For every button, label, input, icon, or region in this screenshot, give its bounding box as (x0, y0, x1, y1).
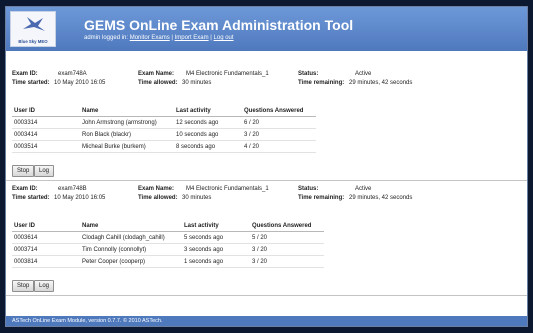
cell-last-activity: 10 seconds ago (174, 128, 242, 141)
logo: Blue Sky MEO (10, 11, 56, 47)
col-questions-answered: Questions Answered (250, 220, 324, 232)
cell-user-id: 0003314 (12, 116, 80, 129)
status-value: Active (355, 71, 372, 77)
exam-name-value: M4 Electronic Fundamentals_1 (186, 71, 269, 77)
header-nav: Monitor Exams | Import Exam | Log out (130, 35, 234, 41)
cell-user-id: 0003714 (12, 243, 80, 256)
time-remaining-value: 29 minutes, 42 seconds (349, 80, 413, 86)
time-started-value: 10 May 2010 16:05 (54, 195, 106, 201)
exam-name-label: Exam Name: (138, 186, 175, 192)
time-allowed-value: 30 minutes (182, 195, 212, 201)
time-allowed-label: Time allowed: (138, 80, 178, 86)
exam-id-label: Exam ID: (12, 71, 38, 77)
cell-questions-answered: 4 / 20 (242, 140, 316, 153)
table-row: 0003414 Ron Black (blackr) 10 seconds ago 3… (12, 128, 316, 141)
cell-name: Ron Black (blackr) (80, 128, 174, 141)
status-label: Status: (298, 186, 319, 192)
cell-last-activity: 8 seconds ago (174, 140, 242, 153)
logo-text: Blue Sky MEO (18, 39, 48, 44)
cell-name: Tim Connolly (connollyt) (80, 243, 182, 256)
col-user-id: User ID (12, 105, 80, 117)
users-table: User ID Name Last activity Questions Ans… (12, 220, 324, 268)
logged-in-text: admin logged in: (84, 35, 129, 41)
footer: ASTech OnLine Exam Module, version 0.7.7… (6, 316, 527, 326)
cell-user-id: 0003514 (12, 140, 80, 153)
col-questions-answered: Questions Answered (242, 105, 316, 117)
cell-last-activity: 5 seconds ago (182, 231, 250, 244)
table-row: 0003514 Micheal Burke (burkem) 8 seconds a… (12, 140, 316, 153)
cell-questions-answered: 5 / 20 (250, 231, 324, 244)
table-row: 0003814 Peter Cooper (cooperp) 1 seconds a… (12, 255, 324, 268)
exam-id-value: exam748B (58, 186, 87, 192)
exam-panel: Exam ID: exam748B Exam Name: M4 Electron… (10, 184, 523, 300)
time-allowed-label: Time allowed: (138, 195, 178, 201)
stop-button[interactable]: Stop (12, 280, 35, 292)
log-button[interactable]: Log (34, 165, 55, 177)
cell-name: Micheal Burke (burkem) (80, 140, 174, 153)
time-started-value: 10 May 2010 16:05 (54, 80, 106, 86)
app-window: Blue Sky MEO GEMS OnLine Exam Administra… (5, 6, 528, 327)
exam-id-value: exam748A (58, 71, 87, 77)
col-name: Name (80, 220, 182, 232)
time-remaining-value: 29 minutes, 42 seconds (349, 195, 413, 201)
app-title: GEMS OnLine Exam Administration Tool (84, 17, 354, 33)
exam-name-value: M4 Electronic Fundamentals_1 (186, 186, 269, 192)
status-label: Status: (298, 71, 319, 77)
table-row: 0003614 Clodagh Cahill (clodagh_cahill) 5 … (12, 231, 324, 244)
cell-user-id: 0003414 (12, 128, 80, 141)
cell-name: John Armstrong (armstrong) (80, 116, 174, 129)
cell-last-activity: 3 seconds ago (182, 243, 250, 256)
exam-id-label: Exam ID: (12, 186, 38, 192)
col-last-activity: Last activity (174, 105, 242, 117)
cell-last-activity: 1 seconds ago (182, 255, 250, 268)
cell-name: Clodagh Cahill (clodagh_cahill) (80, 231, 182, 244)
section-divider (6, 180, 527, 181)
table-row: 0003714 Tim Connolly (connollyt) 3 seconds… (12, 243, 324, 256)
cell-name: Peter Cooper (cooperp) (80, 255, 182, 268)
exam-panel: Exam ID: exam748A Exam Name: M4 Electron… (10, 69, 523, 185)
users-table: User ID Name Last activity Questions Ans… (12, 105, 316, 153)
cell-user-id: 0003814 (12, 255, 80, 268)
col-user-id: User ID (12, 220, 80, 232)
cell-questions-answered: 3 / 20 (242, 128, 316, 141)
time-started-label: Time started: (12, 195, 50, 201)
col-last-activity: Last activity (182, 220, 250, 232)
table-row: 0003314 John Armstrong (armstrong) 12 seco… (12, 116, 316, 129)
cell-questions-answered: 3 / 20 (250, 255, 324, 268)
users-table-body: 0003614 Clodagh Cahill (clodagh_cahill) 5 … (12, 231, 324, 268)
nav-link-monitor-exams[interactable]: Monitor Exams (130, 35, 170, 41)
time-remaining-label: Time remaining: (298, 80, 345, 86)
table-header-row: User ID Name Last activity Questions Ans… (12, 105, 316, 117)
cell-questions-answered: 6 / 20 (242, 116, 316, 129)
stop-button[interactable]: Stop (12, 165, 35, 177)
status-value: Active (355, 186, 372, 192)
time-remaining-label: Time remaining: (298, 195, 345, 201)
cell-user-id: 0003614 (12, 231, 80, 244)
login-status: admin logged in: Monitor Exams | Import … (84, 35, 234, 41)
nav-link-log-out[interactable]: Log out (214, 35, 234, 41)
app-header: Blue Sky MEO GEMS OnLine Exam Administra… (6, 7, 527, 51)
section-divider (6, 295, 527, 296)
cell-last-activity: 12 seconds ago (174, 116, 242, 129)
bird-logo-icon (23, 17, 45, 31)
table-header-row: User ID Name Last activity Questions Ans… (12, 220, 324, 232)
exam-name-label: Exam Name: (138, 71, 175, 77)
time-started-label: Time started: (12, 80, 50, 86)
users-table-body: 0003314 John Armstrong (armstrong) 12 seco… (12, 116, 316, 153)
log-button[interactable]: Log (34, 280, 55, 292)
time-allowed-value: 30 minutes (182, 80, 212, 86)
nav-link-import-exam[interactable]: Import Exam (175, 35, 209, 41)
cell-questions-answered: 3 / 20 (250, 243, 324, 256)
col-name: Name (80, 105, 174, 117)
